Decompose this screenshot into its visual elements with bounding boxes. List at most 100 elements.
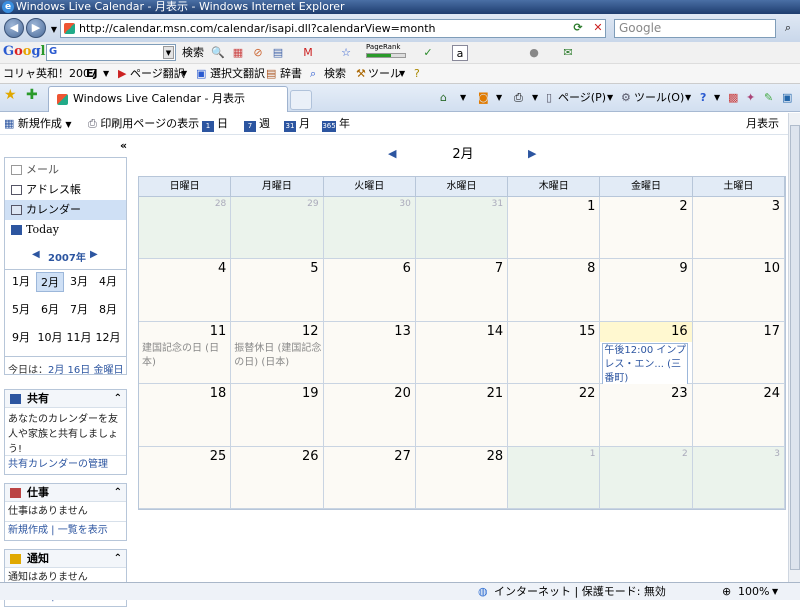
stop-icon[interactable]: ✕ <box>590 20 606 36</box>
day-number[interactable]: 26 <box>302 449 319 464</box>
day-cell[interactable]: 27 <box>323 446 416 509</box>
day-number[interactable]: 19 <box>302 386 319 401</box>
zoom-dropdown-icon[interactable]: ▼ <box>772 583 778 600</box>
favorites-star-icon[interactable]: ★ <box>4 87 17 103</box>
day-number[interactable]: 12 <box>302 324 319 339</box>
day-cell[interactable]: 23 <box>600 384 693 447</box>
collapse-tasks-icon[interactable]: ⌃ <box>114 484 122 502</box>
print-icon[interactable]: ⎙ <box>514 90 523 106</box>
day-cell[interactable]: 2 <box>600 446 693 509</box>
day-number[interactable]: 16 <box>671 324 688 339</box>
day-cell[interactable]: 29 <box>231 197 324 260</box>
day-number[interactable]: 28 <box>487 449 504 464</box>
day-cell[interactable]: 10 <box>692 259 785 322</box>
research-icon[interactable]: ▩ <box>728 90 738 106</box>
day-cell[interactable]: 22 <box>508 384 601 447</box>
page-menu-button[interactable]: ページ(P) <box>558 90 606 106</box>
home-icon[interactable]: ⌂ <box>440 90 447 106</box>
dot-icon[interactable]: ● <box>526 45 542 61</box>
google-search-button[interactable]: 検索 <box>182 45 204 61</box>
month-7[interactable]: 7月 <box>65 300 93 320</box>
korya-tools-button[interactable]: ツール <box>368 66 401 82</box>
translate-icon[interactable]: a <box>452 45 468 61</box>
day-number[interactable]: 9 <box>679 261 687 276</box>
feeds-icon[interactable]: ◙ <box>478 90 489 106</box>
day-number[interactable]: 25 <box>210 449 227 464</box>
day-number[interactable]: 30 <box>399 199 410 209</box>
collapse-notify-icon[interactable]: ⌃ <box>114 550 122 568</box>
month-10[interactable]: 10月 <box>36 328 64 348</box>
day-cell[interactable]: 13 <box>323 321 416 385</box>
tasks-list-link[interactable]: 一覧を表示 <box>58 525 108 536</box>
month-view-button[interactable]: 31 月 <box>284 117 310 132</box>
collapse-share-icon[interactable]: ⌃ <box>114 390 122 408</box>
nav-item-contacts[interactable]: アドレス帳 <box>5 180 126 200</box>
google-dropdown-icon[interactable]: ▼ <box>163 46 174 59</box>
address-input[interactable]: http://calendar.msn.com/calendar/isapi.d… <box>60 19 606 38</box>
day-number[interactable]: 20 <box>394 386 411 401</box>
share-manage-link[interactable]: 共有カレンダーの管理 <box>5 455 126 474</box>
day-number[interactable]: 7 <box>495 261 503 276</box>
month-6[interactable]: 6月 <box>36 300 64 320</box>
day-cell[interactable]: 20 <box>323 384 416 447</box>
day-cell[interactable]: 3 <box>692 446 785 509</box>
day-number[interactable]: 4 <box>218 261 226 276</box>
zoom-level[interactable]: 100% <box>738 583 769 600</box>
tasks-new-link[interactable]: 新規作成 <box>8 525 48 536</box>
day-number[interactable]: 11 <box>210 324 227 339</box>
feeds-dropdown-icon[interactable]: ▼ <box>496 90 502 106</box>
extra-icon[interactable]: ▣ <box>782 90 792 106</box>
vertical-scrollbar[interactable] <box>788 113 800 582</box>
today-date-link[interactable]: 2月 16日 金曜日 <box>48 365 123 376</box>
print-dropdown-icon[interactable]: ▼ <box>532 90 538 106</box>
day-cell[interactable]: 8 <box>508 259 601 322</box>
nav-item-mail[interactable]: メール <box>5 160 126 180</box>
page-dropdown-icon[interactable]: ▼ <box>607 90 613 106</box>
day-number[interactable]: 31 <box>492 199 503 209</box>
day-cell[interactable]: 11 建国記念の日 (日本) <box>139 321 232 385</box>
ie-help-icon[interactable]: ? <box>700 90 706 106</box>
day-number[interactable]: 29 <box>307 199 318 209</box>
day-cell[interactable]: 12 振替休日 (建国記念の日) (日本) <box>231 321 324 385</box>
day-number[interactable]: 21 <box>487 386 504 401</box>
korya-search-button[interactable]: 検索 <box>324 66 346 82</box>
help-icon[interactable]: ? <box>414 66 420 82</box>
day-view-button[interactable]: 1日 <box>202 117 228 132</box>
day-cell[interactable]: 3 <box>692 197 785 260</box>
appointment-item[interactable]: 午後12:00 インプレス・エン... (三番町) <box>602 342 689 387</box>
spellcheck-icon[interactable]: ✓ <box>420 45 436 61</box>
day-cell[interactable]: 31 <box>415 197 509 260</box>
day-cell[interactable]: 17 <box>692 321 785 385</box>
day-number[interactable]: 24 <box>763 386 780 401</box>
day-number[interactable]: 18 <box>210 386 227 401</box>
day-cell[interactable]: 16 午後12:00 インプレス・エン... (三番町) <box>600 321 693 387</box>
day-cell[interactable]: 19 <box>231 384 324 447</box>
day-number[interactable]: 23 <box>671 386 688 401</box>
day-number[interactable]: 10 <box>763 261 780 276</box>
day-number[interactable]: 14 <box>487 324 504 339</box>
google-search-input[interactable]: G ▼ <box>46 44 176 61</box>
day-cell[interactable]: 6 <box>323 259 416 322</box>
next-year-icon[interactable]: ▶ <box>90 249 98 260</box>
send-to-icon[interactable]: ✉ <box>560 45 576 61</box>
day-number[interactable]: 17 <box>763 324 780 339</box>
month-9[interactable]: 9月 <box>7 328 35 348</box>
forward-button[interactable]: ▶ <box>26 18 46 38</box>
day-cell[interactable]: 5 <box>231 259 324 322</box>
ej-dropdown-icon[interactable]: ▼ <box>103 66 109 82</box>
new-button[interactable]: ▦ 新規作成 ▼ <box>4 117 72 132</box>
day-number[interactable]: 15 <box>579 324 596 339</box>
add-favorite-icon[interactable]: ✚ <box>26 87 38 103</box>
home-dropdown-icon[interactable]: ▼ <box>460 90 466 106</box>
tools-dropdown-icon[interactable]: ▼ <box>685 90 691 106</box>
day-cell[interactable]: 9 <box>600 259 693 322</box>
day-cell[interactable]: 7 <box>415 259 509 322</box>
day-number[interactable]: 3 <box>774 449 780 459</box>
day-cell[interactable]: 26 <box>231 446 324 509</box>
back-button[interactable]: ◀ <box>4 18 24 38</box>
page-translate-button[interactable]: ページ翻訳 <box>130 66 185 82</box>
month-3[interactable]: 3月 <box>65 272 93 292</box>
week-view-button[interactable]: 7週 <box>244 117 270 132</box>
refresh-icon[interactable]: ⟳ <box>570 20 586 36</box>
day-number[interactable]: 3 <box>772 199 780 214</box>
